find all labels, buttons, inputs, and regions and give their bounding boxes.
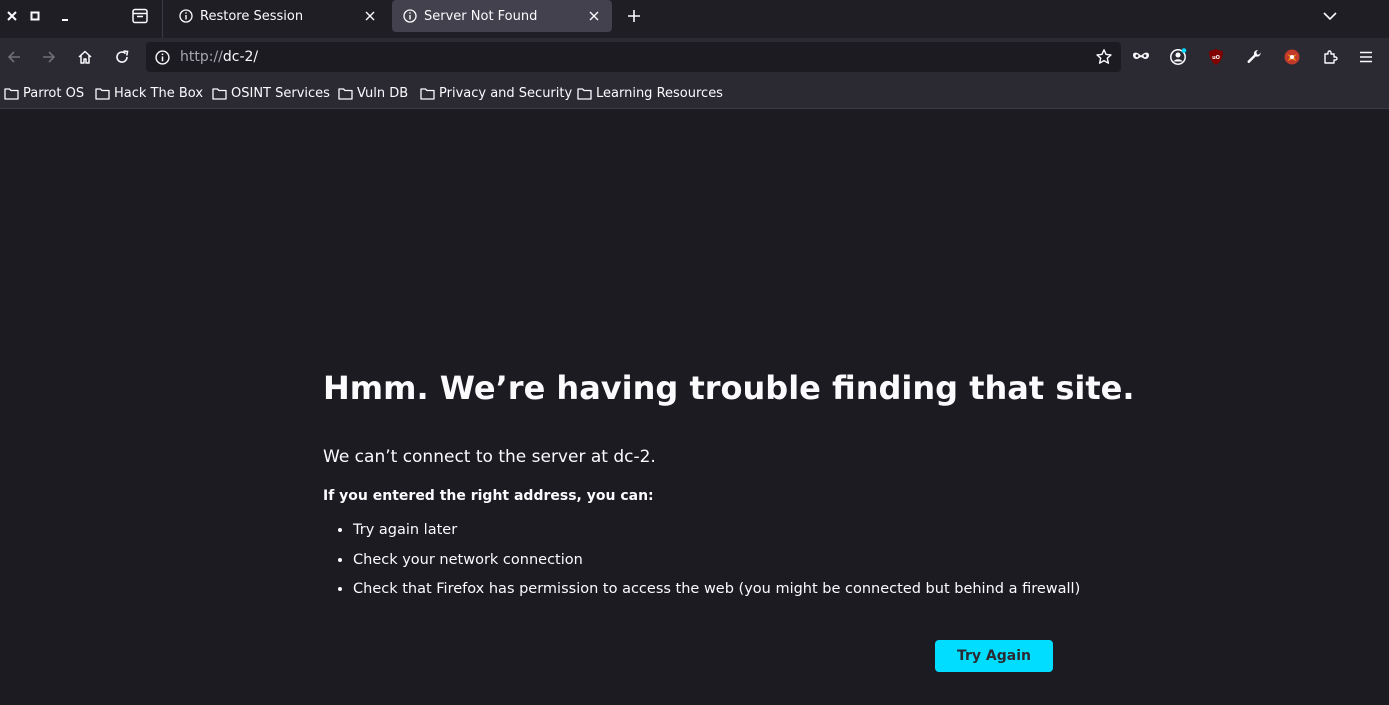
- window-minimize-button[interactable]: [53, 4, 77, 28]
- bookmark-label: Hack The Box: [114, 85, 204, 101]
- maximize-icon: [30, 11, 40, 21]
- site-info-icon[interactable]: [148, 49, 176, 65]
- folder-icon: [577, 87, 592, 100]
- app-menu-button[interactable]: [1353, 45, 1379, 69]
- minimize-icon: [62, 19, 68, 21]
- extensions-button[interactable]: [1317, 45, 1343, 69]
- bookmark-folder-parrot-os[interactable]: Parrot OS: [4, 83, 84, 103]
- account-button[interactable]: [1165, 45, 1191, 69]
- folder-icon: [4, 87, 19, 100]
- tab-close-button[interactable]: [586, 8, 602, 24]
- error-suggestions-intro: If you entered the right address, you ca…: [323, 488, 654, 504]
- folder-icon: [420, 87, 435, 100]
- extension-fox-button[interactable]: [1279, 45, 1305, 69]
- navigation-toolbar: http://dc-2/ uO: [0, 38, 1389, 76]
- info-icon: [178, 8, 194, 24]
- firefox-view-button[interactable]: [128, 4, 152, 28]
- close-icon: [589, 11, 599, 21]
- ublock-origin-button[interactable]: uO: [1203, 45, 1229, 69]
- tab-bar: Restore Session Server Not Found: [0, 0, 1389, 38]
- try-again-button[interactable]: Try Again: [935, 640, 1053, 672]
- url-bar[interactable]: http://dc-2/: [146, 42, 1121, 72]
- ublock-shield-icon: uO: [1209, 49, 1223, 65]
- account-icon: [1170, 48, 1187, 65]
- star-icon: [1096, 49, 1112, 64]
- bookmark-folder-vuln-db[interactable]: Vuln DB: [338, 83, 408, 103]
- new-tab-button[interactable]: [622, 4, 646, 28]
- bookmark-folder-osint-services[interactable]: OSINT Services: [212, 83, 330, 103]
- bookmark-folder-learning-resources[interactable]: Learning Resources: [577, 83, 723, 103]
- window-close-button[interactable]: [0, 4, 24, 28]
- bookmark-label: Parrot OS: [23, 85, 85, 101]
- folder-icon: [212, 87, 227, 100]
- error-suggestions-list: Try again later Check your network conne…: [353, 520, 1080, 599]
- arrow-left-icon: [7, 51, 20, 63]
- home-button[interactable]: [72, 45, 98, 69]
- private-mask-button[interactable]: [1128, 45, 1154, 69]
- svg-text:uO: uO: [1212, 55, 1220, 61]
- url-scheme: http://: [180, 49, 223, 65]
- wrench-icon: [1247, 50, 1261, 64]
- forward-button[interactable]: [36, 45, 62, 69]
- home-icon: [78, 50, 92, 64]
- bookmarks-toolbar: Parrot OS Hack The Box OSINT Services Vu…: [0, 76, 1389, 109]
- bookmark-label: OSINT Services: [231, 85, 330, 101]
- bookmark-label: Learning Resources: [596, 85, 723, 101]
- chevron-down-icon: [1323, 12, 1337, 21]
- list-item: Try again later: [353, 520, 1063, 540]
- hamburger-menu-icon: [1360, 51, 1372, 63]
- reload-icon: [116, 50, 129, 63]
- error-title: Hmm. We’re having trouble finding that s…: [323, 369, 1135, 407]
- url-host: dc-2/: [222, 49, 259, 65]
- folder-icon: [95, 87, 110, 100]
- tab-close-button[interactable]: [362, 8, 378, 24]
- mask-icon: [1133, 52, 1149, 59]
- bookmark-folder-privacy-and-security[interactable]: Privacy and Security: [420, 83, 572, 103]
- arrow-right-icon: [43, 51, 56, 63]
- bookmark-label: Privacy and Security: [439, 85, 573, 101]
- window-maximize-button[interactable]: [23, 4, 47, 28]
- list-item: Check that Firefox has permission to acc…: [353, 579, 1080, 599]
- tab-separator: [162, 0, 163, 38]
- firefox-view-icon: [132, 8, 148, 24]
- puzzle-icon: [1324, 50, 1338, 64]
- bookmark-star-button[interactable]: [1095, 48, 1113, 66]
- close-icon: [365, 11, 375, 21]
- error-description: We can’t connect to the server at dc-2.: [323, 447, 656, 467]
- tab-title: Restore Session: [200, 8, 304, 24]
- bookmark-label: Vuln DB: [357, 85, 409, 101]
- tools-button[interactable]: [1241, 45, 1267, 69]
- tab-title: Server Not Found: [424, 8, 538, 24]
- back-button[interactable]: [1, 45, 27, 69]
- info-icon: [402, 8, 418, 24]
- bookmark-folder-hack-the-box[interactable]: Hack The Box: [95, 83, 203, 103]
- error-page-content: Hmm. We’re having trouble finding that s…: [323, 360, 1135, 609]
- list-all-tabs-button[interactable]: [1318, 4, 1342, 28]
- fox-extension-icon: [1284, 49, 1300, 65]
- list-item: Check your network connection: [353, 550, 1063, 570]
- reload-button[interactable]: [109, 45, 135, 69]
- plus-icon: [628, 10, 640, 22]
- folder-icon: [338, 87, 353, 100]
- url-text[interactable]: http://dc-2/: [180, 49, 258, 65]
- close-icon: [7, 11, 17, 21]
- tab-server-not-found[interactable]: Server Not Found: [392, 0, 612, 32]
- tab-restore-session[interactable]: Restore Session: [168, 0, 388, 32]
